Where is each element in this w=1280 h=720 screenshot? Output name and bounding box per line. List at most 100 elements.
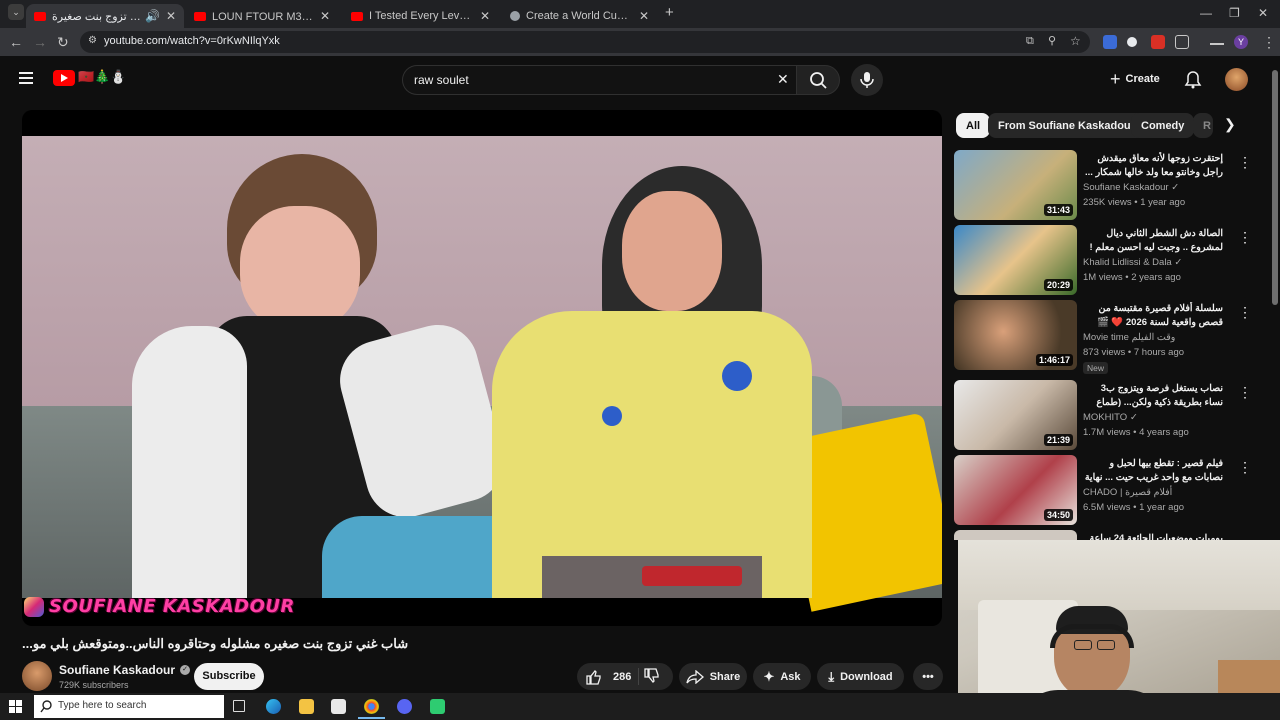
reload-icon[interactable]: ↻ — [57, 34, 69, 51]
minimize-icon[interactable]: — — [1200, 6, 1212, 20]
create-button[interactable]: + Create — [1110, 70, 1160, 88]
new-tab-icon[interactable]: + — [665, 4, 674, 21]
task-view-icon[interactable] — [233, 700, 245, 712]
taskbar-search-box[interactable]: Type here to search — [34, 695, 224, 718]
download-button[interactable]: ⤓ Download — [817, 663, 904, 690]
recommendation-title[interactable]: إحتقرت زوجها لأنه معاق ميقدش راجل وخانتو… — [1083, 152, 1223, 180]
subscribe-button[interactable]: Subscribe — [194, 663, 264, 690]
video-thumbnail[interactable]: 1:46:17 — [954, 300, 1077, 370]
bookmark-star-icon[interactable]: ☆ — [1070, 34, 1081, 48]
search-input[interactable]: raw soulet ✕ — [402, 65, 796, 95]
dislike-button[interactable] — [643, 668, 661, 687]
duration-badge: 1:46:17 — [1035, 354, 1073, 366]
video-player[interactable]: SOUFIANE KASKADOUR — [22, 110, 942, 626]
more-options-icon[interactable]: ⋮ — [1238, 304, 1252, 321]
extension-red-icon[interactable] — [1151, 35, 1165, 49]
youtube-favicon-icon — [194, 11, 206, 21]
file-explorer-icon[interactable] — [299, 699, 314, 714]
recommendation-channel[interactable]: Movie time وقت الفيلم — [1083, 332, 1175, 343]
chip-all[interactable]: All — [956, 113, 991, 138]
like-divider — [638, 668, 639, 685]
hamburger-menu-icon[interactable] — [19, 72, 33, 84]
tab-current-video[interactable]: شاب غني تزوج بنت صغيرة 🔊 ✕ — [26, 4, 184, 28]
chip-comedy[interactable]: Comedy — [1131, 113, 1195, 138]
recommendation-title[interactable]: يوميات ووضعيات الجائعة 24 ساعة على ... — [1083, 532, 1223, 540]
omnibox[interactable]: ⚙ youtube.com/watch?v=0rKwNIlqYxk ⧉ ⚲ ☆ — [80, 31, 1090, 53]
video-thumbnail[interactable] — [954, 530, 1077, 540]
video-thumbnail[interactable]: 34:50 — [954, 455, 1077, 525]
youtube-logo-icon[interactable] — [53, 70, 75, 86]
video-thumbnail[interactable]: 21:39 — [954, 380, 1077, 450]
media-control-icon[interactable] — [1210, 35, 1224, 45]
browser-menu-icon[interactable]: ⋮ — [1262, 34, 1276, 51]
channel-name-row[interactable]: Soufiane Kaskadour ✓ — [59, 663, 191, 677]
share-button[interactable]: Share — [679, 663, 747, 690]
channel-avatar[interactable] — [22, 661, 52, 691]
video-thumbnail[interactable]: 31:43 — [954, 150, 1077, 220]
voice-search-button[interactable] — [851, 64, 883, 96]
search-button[interactable] — [796, 65, 840, 95]
chrome-icon[interactable] — [364, 699, 379, 714]
more-options-icon[interactable]: ⋮ — [1238, 384, 1252, 401]
account-avatar[interactable] — [1225, 68, 1248, 91]
back-icon[interactable]: ← — [9, 34, 23, 50]
microsoft-store-icon[interactable] — [331, 699, 346, 714]
recommendation-channel[interactable]: CHADO | أفلام قصيرة — [1083, 487, 1172, 498]
like-button[interactable]: 286 — [577, 663, 638, 690]
tab-close-icon[interactable]: ✕ — [320, 9, 330, 23]
close-window-icon[interactable]: ✕ — [1258, 6, 1268, 20]
plus-icon: + — [1110, 69, 1121, 89]
windows-start-icon[interactable] — [9, 700, 22, 713]
discord-icon[interactable] — [397, 699, 412, 714]
chips-next-chevron-icon[interactable]: ❯ — [1224, 116, 1236, 133]
forward-icon[interactable]: → — [33, 34, 47, 50]
ask-button[interactable]: ✦ Ask — [753, 663, 811, 690]
tab-title: I Tested Every Level of Airplane — [369, 10, 474, 22]
tab-airplane[interactable]: I Tested Every Level of Airplane ✕ — [343, 4, 498, 28]
page-scrollbar[interactable] — [1272, 70, 1278, 305]
edge-browser-icon[interactable] — [266, 699, 281, 714]
tab-close-icon[interactable]: ✕ — [166, 9, 176, 23]
doodle-logo[interactable]: 🇲🇦🎄⛄ — [78, 69, 127, 85]
recommendation-item[interactable]: 34:50 فيلم قصير : تقطع بيها لحبل و نصابا… — [954, 455, 1254, 525]
recommendation-item[interactable]: 1:46:17 سلسلة أفلام قصيرة مقتبسة من قصص … — [954, 300, 1254, 374]
notifications-bell-icon[interactable] — [1184, 70, 1202, 90]
tab-search-chevron-icon[interactable]: ⌄ — [8, 4, 24, 20]
zoom-icon[interactable]: ⚲ — [1048, 34, 1056, 47]
more-options-icon[interactable]: ⋮ — [1238, 459, 1252, 476]
recommendation-channel[interactable]: Soufiane Kaskadour ✓ — [1083, 182, 1179, 193]
site-info-icon[interactable]: ⚙ — [88, 35, 97, 46]
recommendation-channel[interactable]: MOKHITO ✓ — [1083, 412, 1138, 423]
chip-from-channel[interactable]: From Soufiane Kaskadour — [988, 113, 1145, 138]
channel-name[interactable]: Soufiane Kaskadour — [59, 663, 175, 677]
recommendation-channel[interactable]: Khalid Lidlissi & Dala ✓ — [1083, 257, 1182, 268]
recommendation-title[interactable]: سلسلة أفلام قصيرة مقتبسة من قصص واقعية ل… — [1083, 302, 1223, 330]
restore-icon[interactable]: ❐ — [1229, 6, 1240, 20]
extensions-puzzle-icon[interactable] — [1175, 35, 1189, 49]
download-icon: ⤓ — [828, 668, 835, 684]
tab-close-icon[interactable]: ✕ — [639, 9, 649, 23]
app-green-icon[interactable] — [430, 699, 445, 714]
tab-close-icon[interactable]: ✕ — [480, 9, 490, 23]
tab-world-cup[interactable]: Create a World Cup 2026 jersey ✕ — [502, 4, 657, 28]
recommendation-title[interactable]: فيلم قصير : تقطع بيها لحبل و نصابات مع و… — [1083, 457, 1223, 485]
translate-extension-icon[interactable] — [1103, 35, 1117, 49]
more-options-icon[interactable]: ⋮ — [1238, 229, 1252, 246]
recommendation-item[interactable]: 31:43 إحتقرت زوجها لأنه معاق ميقدش راجل … — [954, 150, 1254, 220]
profile-avatar[interactable]: Y — [1234, 35, 1248, 49]
recommendation-item[interactable]: 21:39 نصاب يستغل فرصة ويتزوج ب3 نساء بطر… — [954, 380, 1254, 450]
extension-diamond-icon[interactable] — [1127, 37, 1137, 47]
recommendation-title[interactable]: نصاب يستغل فرصة ويتزوج ب3 نساء بطريقة ذك… — [1083, 382, 1223, 410]
tab-loun-ftour[interactable]: LOUN FTOUR M3A RAPPEUR ع ✕ — [186, 4, 338, 28]
more-options-icon[interactable]: ⋮ — [1238, 154, 1252, 171]
duration-badge: 34:50 — [1043, 509, 1073, 521]
recommendation-title[interactable]: الصالة دش الشطر الثاني ديال لمشروع .. وج… — [1083, 227, 1223, 255]
recommendation-item[interactable]: 20:29 الصالة دش الشطر الثاني ديال لمشروع… — [954, 225, 1254, 295]
more-actions-button[interactable]: ••• — [913, 663, 943, 690]
speaker-icon[interactable]: 🔊 — [145, 9, 160, 23]
install-app-icon[interactable]: ⧉ — [1026, 35, 1034, 48]
chip-partial[interactable]: R — [1193, 113, 1213, 138]
video-thumbnail[interactable]: 20:29 — [954, 225, 1077, 295]
clear-search-icon[interactable]: ✕ — [777, 71, 789, 88]
recommendation-item-partial[interactable]: يوميات ووضعيات الجائعة 24 ساعة على ... — [954, 530, 1254, 540]
